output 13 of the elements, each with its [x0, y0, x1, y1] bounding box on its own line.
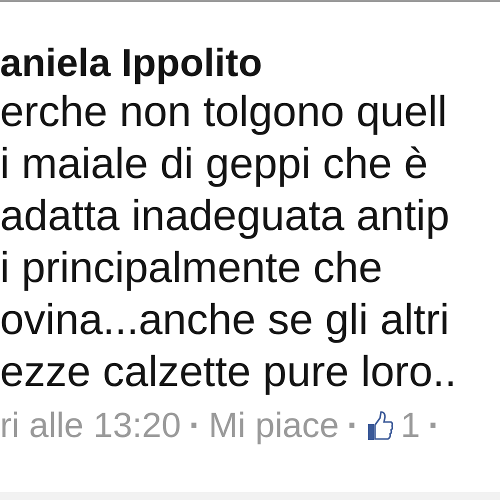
separator-dot: ·: [188, 406, 201, 446]
comment-line: adatta inadeguata antip: [0, 191, 451, 242]
like-count: 1: [400, 406, 420, 446]
separator-dot: ·: [346, 406, 359, 446]
comment-line: i maiale di geppi che è: [0, 139, 429, 190]
comment-line: i principalmente che: [0, 243, 384, 294]
author-name[interactable]: aniela Ippolito: [0, 44, 500, 84]
comment-line: ovina...anche se gli altri: [0, 295, 450, 346]
separator-dot: ·: [428, 406, 440, 446]
timestamp: ri alle 13:20: [0, 406, 181, 446]
comment-line: erche non tolgono quell: [0, 87, 448, 138]
comment-line: ezze calzette pure loro..: [0, 347, 458, 398]
thumbs-up-icon: [366, 411, 393, 441]
